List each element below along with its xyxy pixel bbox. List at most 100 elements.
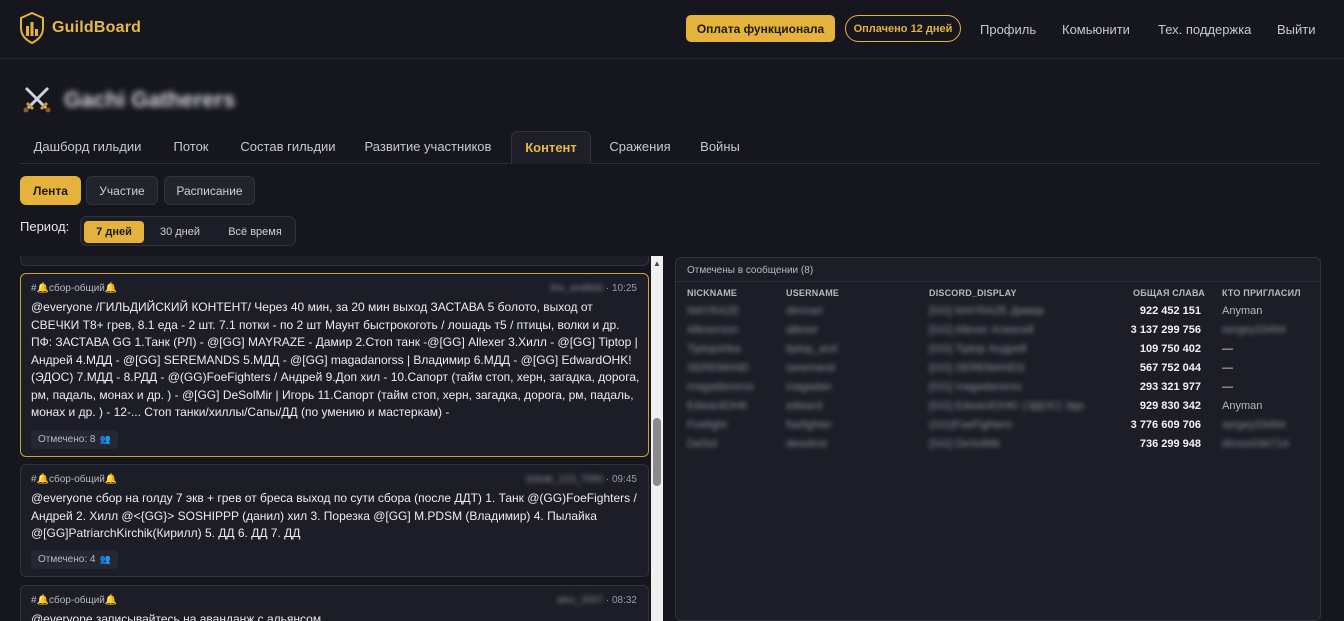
nickname-cell: Tiptopshka xyxy=(687,343,741,355)
period-selector: 7 дней 30 дней Всё время xyxy=(80,216,296,246)
invited-by-cell: — xyxy=(1222,362,1233,374)
mentioned-count: Отмечено: 8 xyxy=(38,434,96,445)
message-time: 10:25 xyxy=(611,283,637,294)
column-header-username: USERNAME xyxy=(786,288,840,298)
message-meta: the_and666 · 10:25 xyxy=(550,283,637,294)
invited-by-cell: Anyman xyxy=(1222,400,1263,412)
discord-display-cell: [GG] Tiptop Андрей xyxy=(929,343,1027,355)
discord-display-cell: [GG] DeSolMir xyxy=(929,438,1001,450)
tab-battles[interactable]: Сражения xyxy=(605,131,675,164)
tab-member-growth[interactable]: Развитие участников xyxy=(360,131,496,164)
previous-card-edge xyxy=(20,256,649,266)
nav-community[interactable]: Комьюнити xyxy=(1062,22,1130,37)
nickname-cell: Foefight xyxy=(687,419,727,431)
username-cell: edward xyxy=(786,400,823,412)
fame-cell: 3 137 299 756 xyxy=(1130,324,1201,336)
period-all-time[interactable]: Всё время xyxy=(217,221,293,243)
subtab-schedule[interactable]: Расписание xyxy=(164,176,255,205)
message-channel: #🔔сбор-общий🔔 xyxy=(31,474,118,485)
message-channel: #🔔сбор-общий🔔 xyxy=(31,283,118,294)
message-channel: #🔔сбор-общий🔔 xyxy=(31,595,118,606)
subtab-feed[interactable]: Лента xyxy=(20,176,81,205)
mentions-panel: Отмечены в сообщении (8) NICKNAME USERNA… xyxy=(675,257,1321,621)
tab-dashboard[interactable]: Дашборд гильдии xyxy=(20,131,155,164)
fame-cell: 293 321 977 xyxy=(1139,381,1201,393)
fame-cell: 3 776 609 706 xyxy=(1130,419,1201,431)
message-meta: alex_2007 · 08:32 xyxy=(556,595,637,606)
fame-cell: 929 830 342 xyxy=(1139,400,1201,412)
scroll-up-arrow-icon[interactable]: ▲ xyxy=(651,256,663,270)
discord-display-cell: (GG)FoeFighters xyxy=(929,419,1013,431)
discord-display-cell: [GG] SEREMANDS xyxy=(929,362,1025,374)
tab-wars[interactable]: Войны xyxy=(692,131,748,164)
divider xyxy=(676,281,1320,282)
message-time: 08:32 xyxy=(611,595,637,606)
nav-support[interactable]: Тех. поддержка xyxy=(1158,22,1251,37)
guild-name: Gachi Gatherers xyxy=(64,87,236,112)
period-7-days[interactable]: 7 дней xyxy=(84,221,144,243)
nav-profile[interactable]: Профиль xyxy=(980,22,1036,37)
nickname-cell: magadanorss xyxy=(687,381,754,393)
nickname-cell: Allexerson xyxy=(687,324,739,336)
invited-by-cell: sergey33494 xyxy=(1222,419,1286,431)
shield-logo-icon xyxy=(20,12,44,44)
message-author: alex_2007 xyxy=(556,595,604,606)
fame-cell: 109 750 402 xyxy=(1139,343,1201,355)
feed-message-card[interactable]: #🔔сбор-общий🔔 the_and666 · 10:25 @everyo… xyxy=(20,273,649,457)
column-header-discord-display: DISCORD_DISPLAY xyxy=(929,288,1017,298)
message-author: the_and666 xyxy=(550,283,604,294)
message-text: @everyone сбор на голду 7 экв + грев от … xyxy=(31,491,637,540)
paid-days-badge[interactable]: Оплачено 12 дней xyxy=(845,15,961,42)
discord-display-cell: [GG] MAYRAZE Дамир xyxy=(929,305,1045,317)
feed-message-card[interactable]: #🔔сбор-общий🔔 alex_2007 · 08:32 @everyon… xyxy=(20,585,649,621)
feed-message-card[interactable]: #🔔сбор-общий🔔 dobak_123_7990 · 09:45 @ev… xyxy=(20,464,649,577)
nickname-cell: SEREMAND xyxy=(687,362,750,374)
nickname-cell: DeSol xyxy=(687,438,717,450)
username-cell: tiptop_and xyxy=(786,343,838,355)
message-meta: dobak_123_7990 · 09:45 xyxy=(525,474,637,485)
tab-content[interactable]: Контент xyxy=(511,131,591,164)
guild-tabs: Дашборд гильдии Поток Состав гильдии Раз… xyxy=(20,131,1321,164)
subtab-participation[interactable]: Участие xyxy=(86,176,158,205)
pay-features-button[interactable]: Оплата функционала xyxy=(686,15,835,42)
top-bar: GuildBoard Оплата функционала Оплачено 1… xyxy=(0,0,1344,59)
fame-cell: 567 752 044 xyxy=(1139,362,1201,374)
feed-scrollbar-thumb[interactable] xyxy=(653,418,661,486)
column-header-nickname: NICKNAME xyxy=(687,288,738,298)
app-logo[interactable]: GuildBoard xyxy=(19,12,141,44)
nav-logout[interactable]: Выйти xyxy=(1277,22,1316,37)
users-icon: 👥 xyxy=(99,434,111,444)
column-header-invited-by: КТО ПРИГЛАСИЛ xyxy=(1222,288,1301,298)
tab-stream[interactable]: Поток xyxy=(163,131,219,164)
message-text: @everyone записывайтесь на аванданж с ал… xyxy=(31,612,322,621)
period-30-days[interactable]: 30 дней xyxy=(148,221,212,243)
username-cell: allexer xyxy=(786,324,819,336)
crossed-swords-icon xyxy=(23,86,51,113)
users-icon: 👥 xyxy=(99,554,111,564)
mentions-panel-title: Отмечены в сообщении (8) xyxy=(687,265,814,276)
tab-roster[interactable]: Состав гильдии xyxy=(232,131,344,164)
content-feed: #🔔сбор-общий🔔 the_and666 · 10:25 @everyo… xyxy=(20,256,649,621)
nickname-cell: EdwardOHK xyxy=(687,400,749,412)
column-header-total-fame: ОБЩАЯ СЛАВА xyxy=(1133,288,1205,298)
fame-cell: 736 299 948 xyxy=(1139,438,1201,450)
fame-cell: 922 452 151 xyxy=(1139,305,1201,317)
invited-by-cell: sergey33494 xyxy=(1222,324,1286,336)
discord-display-cell: [GG] Allexer Алексей xyxy=(929,324,1034,336)
invited-by-cell: dimon046714 xyxy=(1222,438,1289,450)
username-cell: seremand xyxy=(786,362,835,374)
message-text: @everyone /ГИЛЬДИЙСКИЙ КОНТЕНТ/ Через 40… xyxy=(31,300,640,419)
invited-by-cell: Anyman xyxy=(1222,305,1263,317)
username-cell: magadan xyxy=(786,381,832,393)
username-cell: foefighter xyxy=(786,419,832,431)
invited-by-cell: — xyxy=(1222,343,1233,355)
period-label: Период: xyxy=(20,219,70,234)
app-name: GuildBoard xyxy=(52,19,142,36)
invited-by-cell: — xyxy=(1222,381,1233,393)
mentioned-count-badge[interactable]: Отмечено: 8 👥 xyxy=(31,430,118,449)
discord-display-cell: [GG] EdwardOHK! (ЭДОС) Эдо xyxy=(929,400,1085,412)
mentioned-count-badge[interactable]: Отмечено: 4 👥 xyxy=(31,550,118,569)
nickname-cell: MAYRAZE xyxy=(687,305,740,317)
username-cell: desolmir xyxy=(786,438,828,450)
discord-display-cell: [GG] magadanorss xyxy=(929,381,1022,393)
